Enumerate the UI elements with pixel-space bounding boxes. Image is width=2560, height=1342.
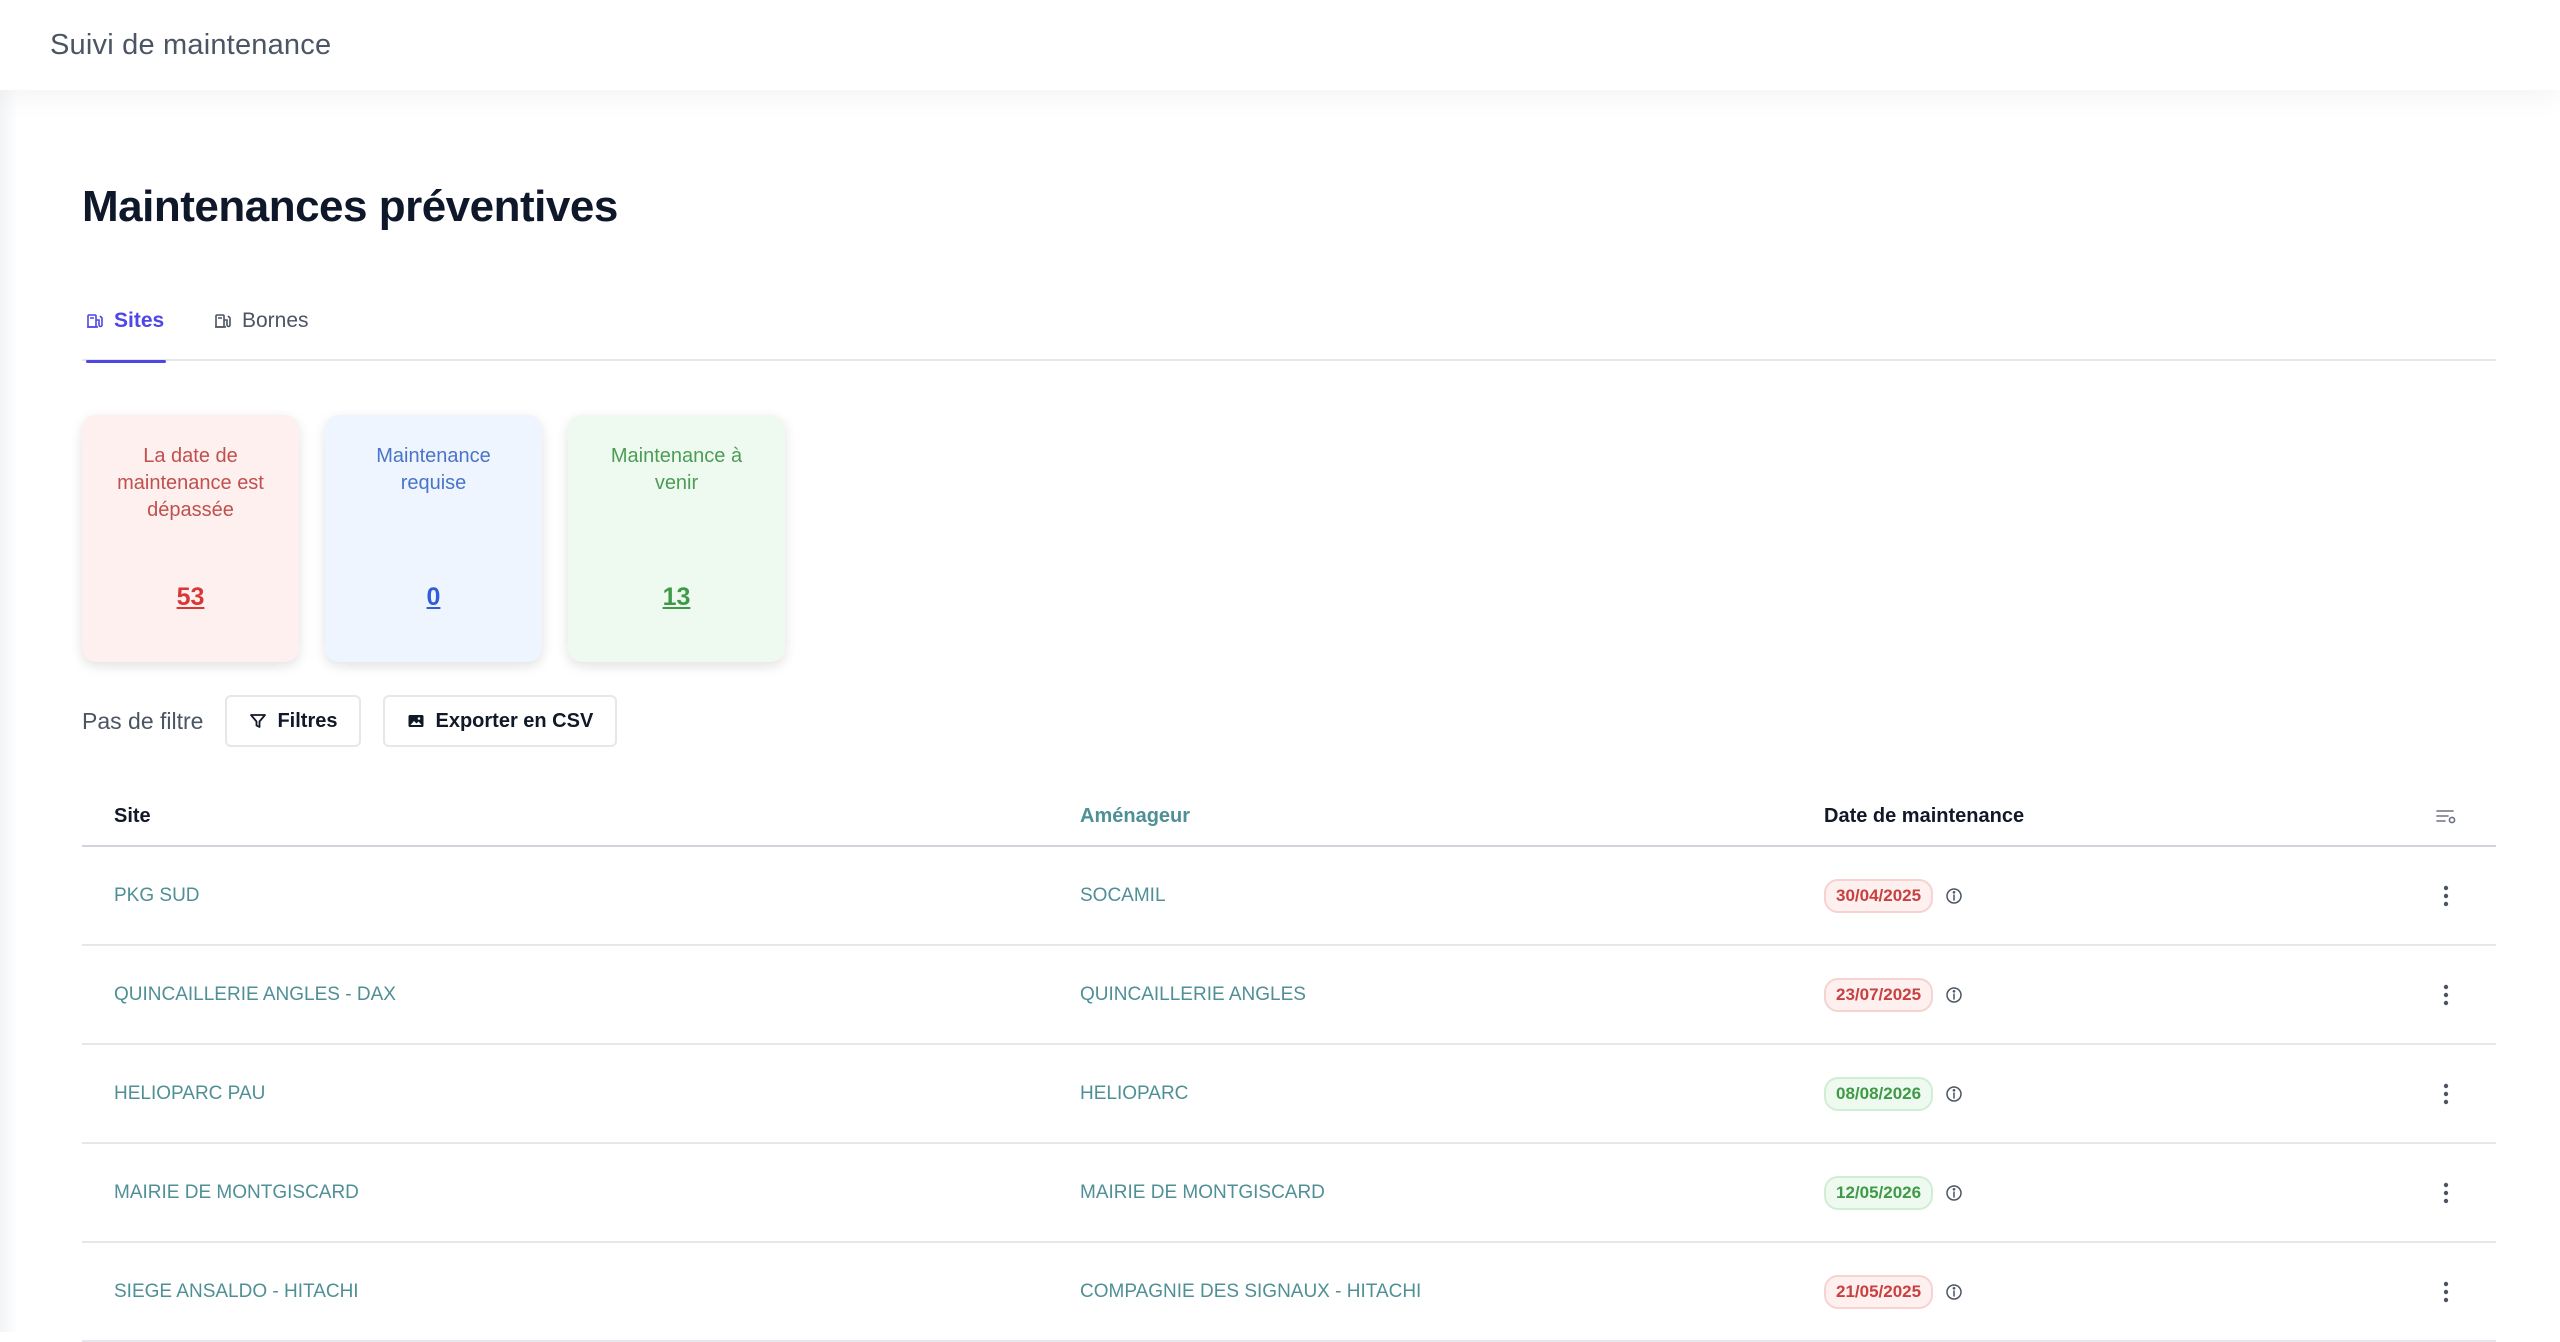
table-row: PKG SUD SOCAMIL 30/04/2025 xyxy=(82,847,2496,946)
site-link[interactable]: QUINCAILLERIE ANGLES - DAX xyxy=(114,946,396,1043)
amenageur-cell: SOCAMIL xyxy=(1080,884,1166,906)
page-title: Maintenances préventives xyxy=(82,182,618,231)
filter-bar: Pas de filtre Filtres Exporter en CSV xyxy=(82,695,639,747)
date-cell: 21/05/2025 xyxy=(1824,1243,1963,1340)
date-cell: 30/04/2025 xyxy=(1824,847,1963,944)
amenageur-cell: HELIOPARC xyxy=(1080,1082,1189,1104)
card-label: La date de maintenance est dépassée xyxy=(117,445,264,521)
row-menu-icon[interactable] xyxy=(2434,1045,2458,1142)
table-header: Site Aménageur Date de maintenance xyxy=(82,785,2496,847)
row-menu-icon[interactable] xyxy=(2434,1144,2458,1241)
tab-bornes[interactable]: Bornes xyxy=(214,280,324,361)
date-badge: 12/05/2026 xyxy=(1824,1175,1934,1210)
info-icon[interactable] xyxy=(1945,1184,1963,1202)
export-button-label: Exporter en CSV xyxy=(435,709,594,732)
date-badge: 08/08/2026 xyxy=(1824,1076,1934,1111)
filters-button[interactable]: Filtres xyxy=(225,695,362,747)
tab-bar: Sites Bornes xyxy=(82,280,2496,363)
table-row: HELIOPARC PAU HELIOPARC 08/08/2026 xyxy=(82,1045,2496,1144)
column-settings-icon[interactable] xyxy=(2434,785,2458,847)
filters-button-label: Filtres xyxy=(277,709,338,732)
row-menu-icon[interactable] xyxy=(2434,946,2458,1043)
app-title: Suivi de maintenance xyxy=(50,28,332,61)
card-label: Maintenance à venir xyxy=(610,445,743,494)
summary-cards: La date de maintenance est dépassée 53 M… xyxy=(82,415,785,662)
row-menu-icon[interactable] xyxy=(2434,847,2458,944)
card-count-link[interactable]: 13 xyxy=(663,583,691,612)
site-link[interactable]: MAIRIE DE MONTGISCARD xyxy=(114,1144,359,1241)
table-row: MAIRIE DE MONTGISCARD MAIRIE DE MONTGISC… xyxy=(82,1144,2496,1243)
site-link[interactable]: SIEGE ANSALDO - HITACHI xyxy=(114,1243,359,1340)
tab-sites[interactable]: Sites xyxy=(86,280,166,363)
table-body: PKG SUD SOCAMIL 30/04/2025 QUINCAILLERIE… xyxy=(82,847,2496,1342)
info-icon[interactable] xyxy=(1945,986,1963,1004)
image-icon xyxy=(408,715,424,727)
station-icon xyxy=(215,313,231,328)
top-bar: Suivi de maintenance xyxy=(0,0,2560,90)
info-icon[interactable] xyxy=(1945,887,1963,905)
table-row: QUINCAILLERIE ANGLES - DAX QUINCAILLERIE… xyxy=(82,946,2496,1045)
date-cell: 23/07/2025 xyxy=(1824,946,1963,1043)
date-cell: 12/05/2026 xyxy=(1824,1144,1963,1241)
card-required[interactable]: Maintenance requise 0 xyxy=(325,415,542,662)
card-count-link[interactable]: 53 xyxy=(177,583,205,612)
site-link[interactable]: PKG SUD xyxy=(114,847,200,944)
site-link[interactable]: HELIOPARC PAU xyxy=(114,1045,265,1142)
card-overdue[interactable]: La date de maintenance est dépassée 53 xyxy=(82,415,299,662)
amenageur-cell: COMPAGNIE DES SIGNAUX - HITACHI xyxy=(1080,1280,1422,1302)
main-content: Maintenances préventives Sites Bornes La… xyxy=(82,90,2496,1342)
column-header-amenageur[interactable]: Aménageur xyxy=(1080,785,1190,847)
column-header-site[interactable]: Site xyxy=(114,785,151,847)
info-icon[interactable] xyxy=(1945,1085,1963,1103)
row-menu-icon[interactable] xyxy=(2434,1243,2458,1340)
tab-label: Bornes xyxy=(242,308,309,332)
filter-status: Pas de filtre xyxy=(82,707,204,734)
amenageur-cell: MAIRIE DE MONTGISCARD xyxy=(1080,1181,1325,1203)
table-row: SIEGE ANSALDO - HITACHI COMPAGNIE DES SI… xyxy=(82,1243,2496,1342)
date-badge: 21/05/2025 xyxy=(1824,1274,1934,1309)
card-label: Maintenance requise xyxy=(376,445,491,494)
amenageur-cell: QUINCAILLERIE ANGLES xyxy=(1080,983,1306,1005)
card-upcoming[interactable]: Maintenance à venir 13 xyxy=(568,415,785,662)
maintenance-table: Site Aménageur Date de maintenance PKG S… xyxy=(82,785,2496,1342)
card-count-link[interactable]: 0 xyxy=(427,583,441,612)
station-icon xyxy=(87,313,103,328)
date-badge: 30/04/2025 xyxy=(1824,878,1934,913)
date-badge: 23/07/2025 xyxy=(1824,977,1934,1012)
export-csv-button[interactable]: Exporter en CSV xyxy=(383,695,618,747)
side-strip xyxy=(0,90,18,1332)
date-cell: 08/08/2026 xyxy=(1824,1045,1963,1142)
tab-label: Sites xyxy=(114,308,165,332)
column-header-date[interactable]: Date de maintenance xyxy=(1824,785,2024,847)
filter-icon xyxy=(250,714,267,728)
info-icon[interactable] xyxy=(1945,1283,1963,1301)
